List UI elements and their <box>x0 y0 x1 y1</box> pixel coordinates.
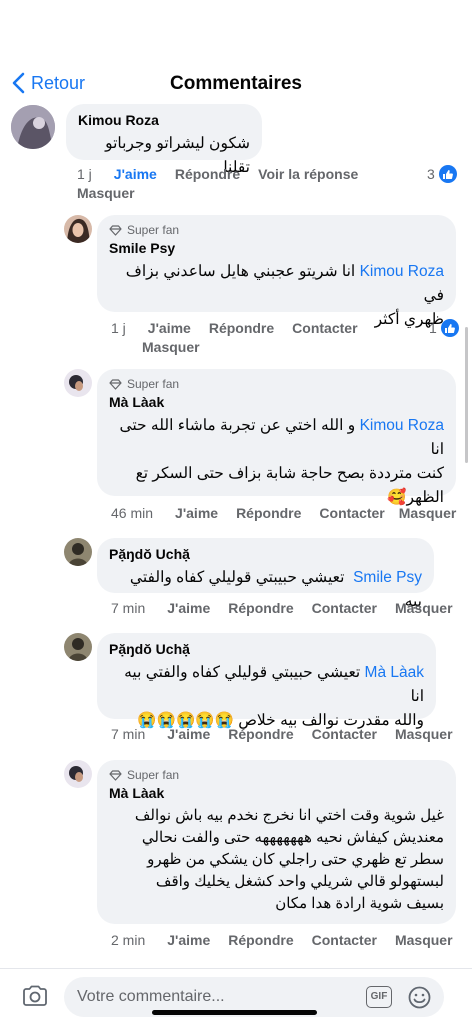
reply-button[interactable]: Répondre <box>236 504 301 523</box>
hide-button[interactable]: Masquer <box>395 931 453 950</box>
like-count[interactable]: 3 <box>427 165 457 183</box>
hide-button[interactable]: Masquer <box>395 599 453 618</box>
scrollbar[interactable] <box>465 327 468 463</box>
like-button[interactable]: J'aime <box>175 504 218 523</box>
like-button[interactable]: J'aime <box>148 319 191 338</box>
super-fan-badge: Super fan <box>109 223 444 237</box>
reply-button[interactable]: Répondre <box>228 725 293 744</box>
contact-button[interactable]: Contacter <box>312 599 377 618</box>
comment-input-placeholder: Votre commentaire... <box>77 988 225 1005</box>
avatar[interactable] <box>64 215 92 243</box>
like-count-value: 1 <box>429 320 437 336</box>
reply-button[interactable]: Répondre <box>209 319 274 338</box>
comment-composer: Votre commentaire... GIF <box>0 968 472 1024</box>
comment-author[interactable]: Mà Làak <box>109 785 444 801</box>
comment-time: 1 j <box>111 320 126 336</box>
like-button[interactable]: J'aime <box>114 165 157 184</box>
mention-link[interactable]: Mà Làak <box>365 664 424 681</box>
gif-icon[interactable]: GIF <box>366 986 392 1008</box>
like-button[interactable]: J'aime <box>167 599 210 618</box>
comment-author[interactable]: Pặŋdŏ Uchặ <box>109 641 424 657</box>
reply-button[interactable]: Répondre <box>228 931 293 950</box>
comment-bubble[interactable]: Super fan Mà Làak Kimou Roza و الله اختي… <box>97 369 456 506</box>
comment-text: Kimou Roza و الله اختي عن تجربة ماشاء ال… <box>119 417 444 506</box>
avatar[interactable] <box>11 105 55 149</box>
comment-bubble[interactable]: Kimou Roza شكون ليشراتو وجرباتو تقلنا <box>66 104 262 176</box>
like-button[interactable]: J'aime <box>167 725 210 744</box>
comment-text: غيل شوية وقت اختي انا نخرج نخدم بيه باش … <box>134 807 444 912</box>
like-count-value: 3 <box>427 166 435 182</box>
comment-actions: 1 j J'aime Répondre Contacter Masquer <box>111 319 431 357</box>
comment-time: 46 min <box>111 505 154 521</box>
hide-button[interactable]: Masquer <box>111 338 431 357</box>
comment-actions: 2 min J'aime Répondre Contacter Masquer <box>111 931 472 950</box>
comment-bubble[interactable]: Super fan Mà Làak غيل شوية وقت اختي انا … <box>97 760 456 924</box>
badge-label: Super fan <box>127 377 180 391</box>
hide-button[interactable]: Masquer <box>395 725 453 744</box>
comment-time: 2 min <box>111 932 146 948</box>
comment-author[interactable]: Kimou Roza <box>78 112 250 128</box>
contact-button[interactable]: Contacter <box>292 319 357 338</box>
thumbs-up-icon <box>440 319 459 337</box>
hide-button[interactable]: Masquer <box>399 504 457 523</box>
avatar[interactable] <box>64 760 92 788</box>
super-fan-badge: Super fan <box>109 768 444 782</box>
mention-link[interactable]: Kimou Roza <box>360 263 444 280</box>
comment-time: 7 min <box>111 600 146 616</box>
reply-button[interactable]: Répondre <box>175 165 240 184</box>
mention-link[interactable]: Kimou Roza <box>360 417 444 434</box>
diamond-icon <box>109 378 122 390</box>
diamond-icon <box>109 224 122 236</box>
contact-button[interactable]: Contacter <box>312 931 377 950</box>
contact-button[interactable]: Contacter <box>319 504 384 523</box>
reply-button[interactable]: Répondre <box>228 599 293 618</box>
thumbs-up-icon <box>438 165 457 183</box>
comment-author[interactable]: Smile Psy <box>109 240 444 256</box>
comment-time: 7 min <box>111 726 146 742</box>
badge-label: Super fan <box>127 223 180 237</box>
comment-text: Mà Làak تعيشي حبيبتي قوليلي كفاه والفتي … <box>124 664 424 729</box>
comment-actions: 1 j J'aime Répondre Voir la réponse Masq… <box>77 165 427 203</box>
home-indicator[interactable] <box>152 1010 317 1015</box>
contact-button[interactable]: Contacter <box>312 725 377 744</box>
avatar[interactable] <box>64 369 92 397</box>
comment-bubble[interactable]: Pặŋdŏ Uchặ Smile Psy تعيشي حبيبتي قوليلي… <box>97 538 434 610</box>
comment-bubble[interactable]: Pặŋdŏ Uchặ Mà Làak تعيشي حبيبتي قوليلي ك… <box>97 633 436 729</box>
comment-actions: 7 min J'aime Répondre Contacter Masquer <box>111 725 472 744</box>
comment-time: 1 j <box>77 166 92 182</box>
hide-button[interactable]: Masquer <box>77 184 427 203</box>
badge-label: Super fan <box>127 768 180 782</box>
comments-list[interactable]: Kimou Roza شكون ليشراتو وجرباتو تقلنا 1 … <box>0 100 472 965</box>
comment-author[interactable]: Mà Làak <box>109 394 444 410</box>
comment-actions: 46 min J'aime Répondre Contacter Masquer <box>111 504 472 523</box>
like-count[interactable]: 1 <box>429 319 459 337</box>
mention-link[interactable]: Smile Psy <box>353 569 422 586</box>
avatar[interactable] <box>64 633 92 661</box>
see-reply-button[interactable]: Voir la réponse <box>258 165 358 184</box>
comment-author[interactable]: Pặŋdŏ Uchặ <box>109 546 422 562</box>
comment-bubble[interactable]: Super fan Smile Psy Kimou Roza انا شريتو… <box>97 215 456 328</box>
comment-actions: 7 min J'aime Répondre Contacter Masquer <box>111 599 472 618</box>
super-fan-badge: Super fan <box>109 377 444 391</box>
emoji-icon[interactable] <box>408 986 431 1014</box>
page-title: Commentaires <box>170 73 302 94</box>
like-button[interactable]: J'aime <box>167 931 210 950</box>
diamond-icon <box>109 769 122 781</box>
camera-icon[interactable] <box>22 985 48 1012</box>
avatar[interactable] <box>64 538 92 566</box>
